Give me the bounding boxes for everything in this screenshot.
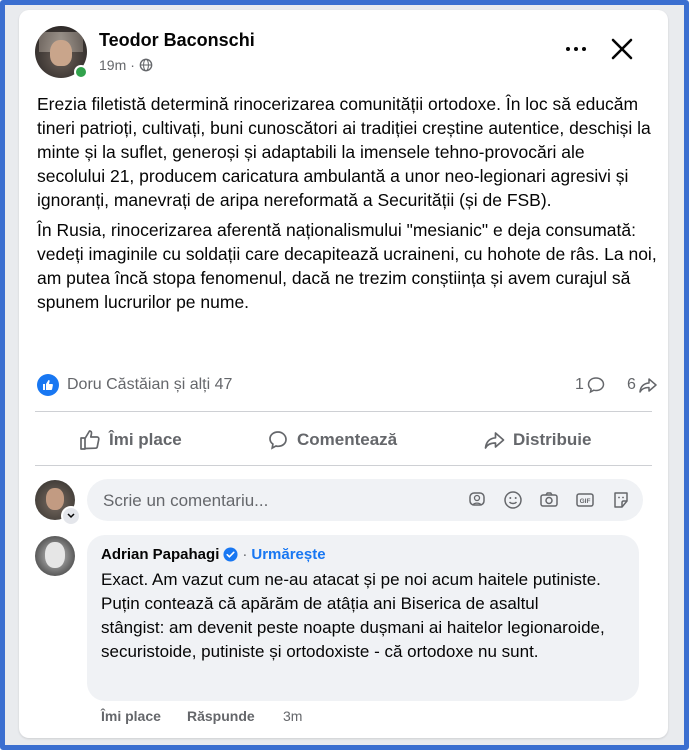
close-icon[interactable] <box>607 34 637 64</box>
share-button[interactable]: Distribuie <box>483 420 591 460</box>
follow-link[interactable]: Urmărește <box>251 546 325 563</box>
sticker-icon[interactable] <box>611 490 631 510</box>
share-count-value: 6 <box>627 376 636 393</box>
more-dot-icon <box>566 47 570 51</box>
like-reaction-icon <box>37 374 59 396</box>
svg-text:GIF: GIF <box>580 498 591 505</box>
like-button[interactable]: Îmi place <box>79 420 182 460</box>
comment-author-name[interactable]: Adrian Papahagi <box>101 546 219 563</box>
reactions-row: Doru Căstăian și alți 47 1 6 <box>37 374 657 398</box>
comment-header: Adrian Papahagi · Urmărește <box>101 546 326 563</box>
post-paragraph: Erezia filetistă determină rinocerizarea… <box>37 94 651 210</box>
online-status-dot <box>74 65 88 79</box>
verified-badge-icon <box>223 547 238 562</box>
more-dot-icon <box>574 47 578 51</box>
share-count[interactable]: 6 <box>627 376 658 394</box>
post-paragraph: În Rusia, rinocerizarea aferentă naționa… <box>37 220 657 312</box>
comment-button[interactable]: Comentează <box>267 420 397 460</box>
divider <box>35 411 652 412</box>
share-arrow-icon <box>639 378 657 393</box>
comment-text: Exact. Am vazut cum ne-au atacat și pe n… <box>101 570 605 661</box>
comment-like-link[interactable]: Îmi place <box>101 708 161 724</box>
comment-count[interactable]: 1 <box>575 376 606 394</box>
share-button-label: Distribuie <box>513 430 592 449</box>
meta-separator: · <box>130 57 135 73</box>
globe-icon <box>139 58 153 72</box>
post-meta: 19m · <box>99 57 153 73</box>
more-dot-icon <box>582 47 586 51</box>
more-options-button[interactable] <box>559 36 593 62</box>
post-text: Erezia filetistă determină rinocerizarea… <box>37 92 657 320</box>
comment-button-label: Comentează <box>297 430 398 449</box>
avatar-sticker-icon[interactable] <box>467 490 487 510</box>
post-actions: Îmi place Comentează Distribuie <box>35 420 652 460</box>
post-card: Teodor Baconschi 19m · Erezia filetistă … <box>19 10 668 738</box>
comment-input-box[interactable]: GIF <box>87 479 643 523</box>
comment-separator: · <box>242 546 248 563</box>
comment-author-avatar[interactable] <box>35 536 75 576</box>
camera-icon[interactable] <box>539 490 559 510</box>
reactions-summary[interactable]: Doru Căstăian și alți 47 <box>67 376 232 394</box>
comment-bubble: Adrian Papahagi · Urmărește Exact. Am va… <box>87 535 639 701</box>
comment-reply-link[interactable]: Răspunde <box>187 708 255 724</box>
post-time[interactable]: 19m <box>99 57 126 73</box>
comment-icon <box>269 431 287 450</box>
comment-bubble-icon <box>587 377 605 394</box>
divider <box>35 465 652 466</box>
like-button-label: Îmi place <box>109 430 182 449</box>
author-name[interactable]: Teodor Baconschi <box>99 30 255 51</box>
comment-time[interactable]: 3m <box>283 708 302 724</box>
share-icon <box>484 432 505 449</box>
comment-count-value: 1 <box>575 376 584 393</box>
thumbs-up-icon <box>80 430 100 450</box>
chevron-down-icon[interactable] <box>61 506 81 526</box>
comment-input[interactable] <box>101 479 445 523</box>
gif-icon[interactable]: GIF <box>575 490 595 510</box>
emoji-icon[interactable] <box>503 490 523 510</box>
